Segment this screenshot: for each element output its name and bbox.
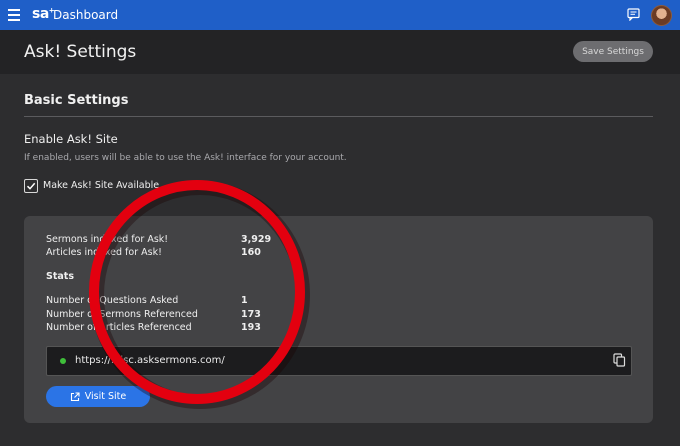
- divider: [24, 116, 653, 117]
- questions-asked-value: 1: [241, 295, 248, 306]
- status-indicator: [60, 358, 66, 364]
- site-url[interactable]: https://...isc.asksermons.com/: [75, 355, 225, 366]
- site-url-field[interactable]: https://...isc.asksermons.com/: [46, 346, 632, 376]
- page-header: Ask! Settings Save Settings: [0, 30, 680, 74]
- page-title: Ask! Settings: [24, 42, 137, 62]
- enable-ask-help-text: If enabled, users will be able to use th…: [24, 153, 347, 163]
- questions-asked-label: Number of Questions Asked: [46, 295, 179, 306]
- chat-bubble-icon[interactable]: [627, 8, 640, 21]
- articles-indexed-label: Articles indexed for Ask!: [46, 247, 162, 258]
- external-link-icon: [70, 391, 80, 401]
- section-title: Basic Settings: [24, 93, 129, 108]
- visit-site-button[interactable]: Visit Site: [46, 386, 150, 407]
- articles-referenced-value: 193: [241, 322, 261, 333]
- save-settings-button[interactable]: Save Settings: [573, 41, 653, 62]
- app-title[interactable]: Dashboard: [53, 8, 118, 22]
- make-site-available-checkbox[interactable]: [24, 179, 38, 193]
- hamburger-menu-icon[interactable]: [8, 9, 20, 21]
- top-navbar: sa+ Dashboard: [0, 0, 680, 30]
- sermons-referenced-label: Number of Sermons Referenced: [46, 309, 198, 320]
- copy-icon[interactable]: [613, 353, 626, 367]
- avatar[interactable]: [651, 5, 672, 26]
- checkbox-label[interactable]: Make Ask! Site Available: [43, 180, 159, 191]
- checkmark-icon: [26, 182, 36, 190]
- stats-heading: Stats: [46, 271, 74, 282]
- sermons-indexed-label: Sermons indexed for Ask!: [46, 234, 169, 245]
- articles-referenced-label: Number of Articles Referenced: [46, 322, 192, 333]
- visit-site-label: Visit Site: [84, 391, 127, 402]
- sermons-indexed-value: 3,929: [241, 234, 272, 245]
- app-logo[interactable]: sa+: [32, 6, 55, 22]
- articles-indexed-value: 160: [241, 247, 261, 258]
- enable-ask-heading: Enable Ask! Site: [24, 132, 118, 146]
- sermons-referenced-value: 173: [241, 309, 261, 320]
